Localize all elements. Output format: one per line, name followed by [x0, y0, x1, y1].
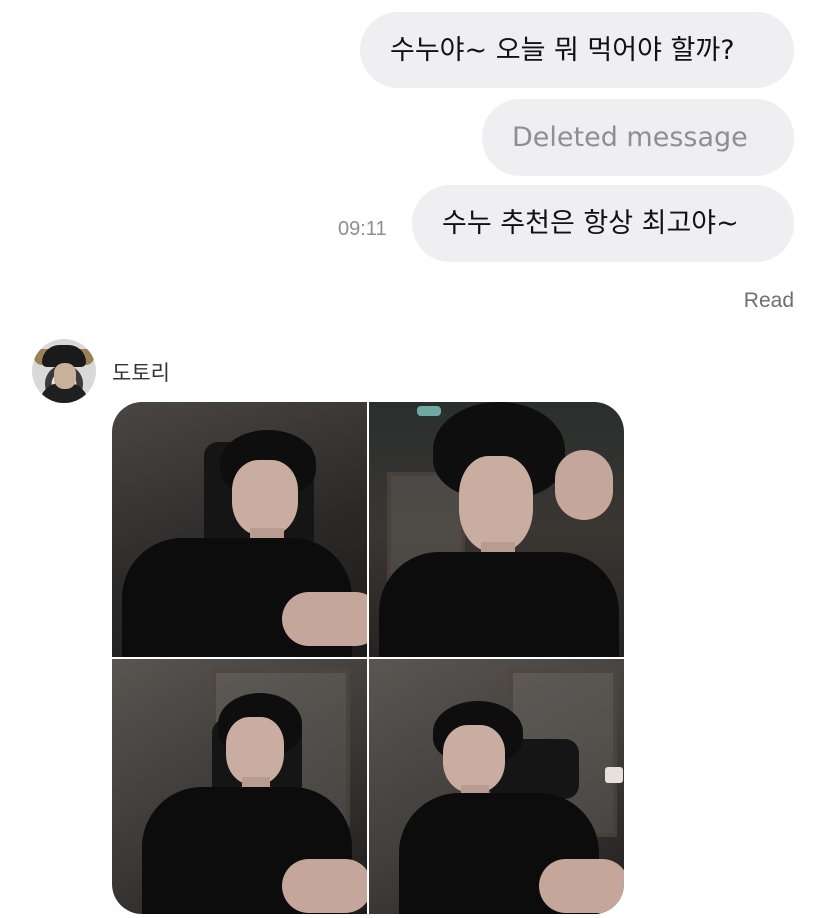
photo[interactable] [112, 402, 367, 657]
photo[interactable] [369, 659, 624, 914]
sender-name: 도토리 [112, 361, 170, 385]
photo[interactable] [112, 659, 367, 914]
message-bubble-outgoing[interactable]: 수누 추천은 항상 최고야~ [412, 185, 794, 262]
deleted-message-text: Deleted message [512, 122, 748, 153]
message-timestamp: 09:11 [338, 218, 387, 240]
message-text: 수누야~ 오늘 뭐 먹어야 할까? [390, 34, 735, 66]
message-bubble-outgoing[interactable]: 수누야~ 오늘 뭐 먹어야 할까? [360, 12, 794, 88]
message-bubble-deleted[interactable]: Deleted message [482, 99, 794, 176]
message-text: 수누 추천은 항상 최고야~ [442, 208, 739, 239]
photo[interactable] [369, 402, 624, 657]
sender-avatar[interactable] [32, 339, 96, 403]
photo-grid-message[interactable] [112, 402, 624, 914]
read-receipt: Read [743, 289, 794, 312]
